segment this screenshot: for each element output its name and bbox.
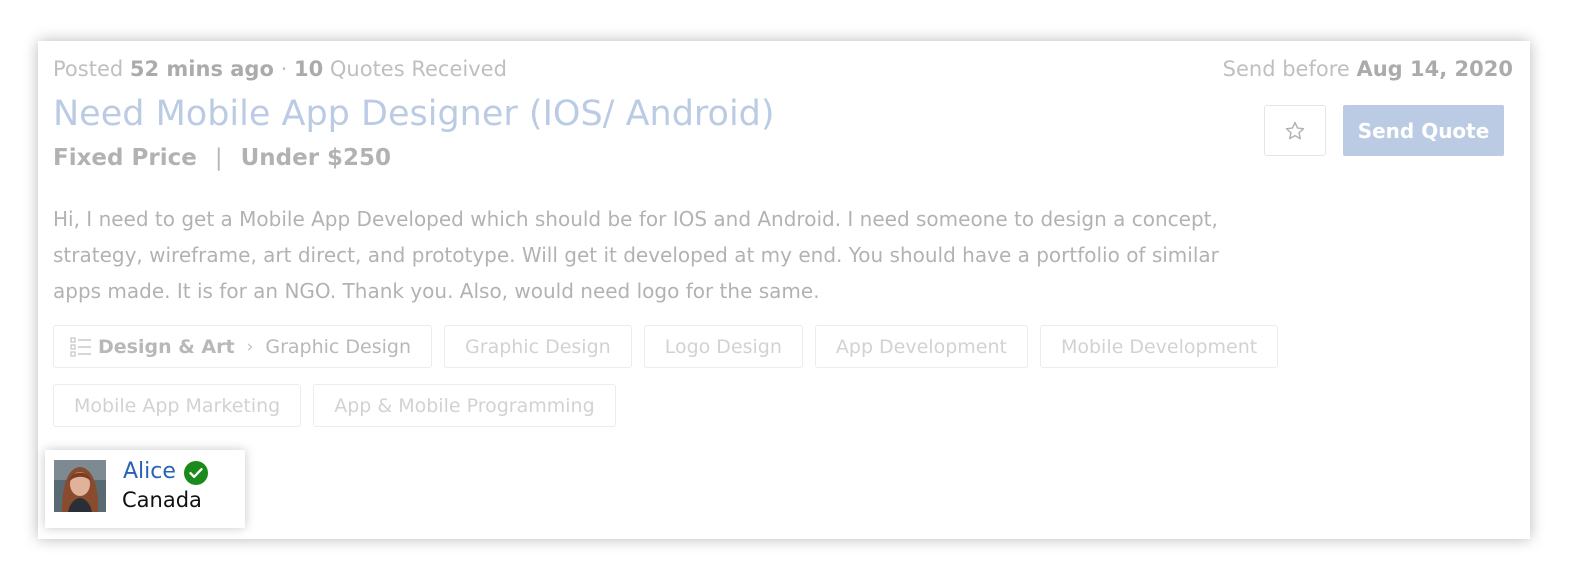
- job-description: Hi, I need to get a Mobile App Developed…: [53, 207, 1219, 303]
- favorite-button[interactable]: [1264, 105, 1326, 156]
- check-circle-icon: [184, 461, 208, 485]
- star-icon: [1285, 121, 1305, 139]
- quotes-count: 10: [293, 57, 324, 81]
- skill-tag[interactable]: Mobile Development: [1039, 325, 1279, 368]
- user-name[interactable]: Alice: [123, 459, 176, 484]
- job-price: Fixed Price | Under $250: [53, 145, 391, 171]
- user-country: Canada: [122, 488, 202, 512]
- avatar[interactable]: [54, 460, 106, 512]
- budget: Under $250: [240, 145, 392, 171]
- deadline: Send before Aug 14, 2020: [1223, 57, 1513, 81]
- job-card: Posted 52 mins ago · 10 Quotes Received …: [38, 41, 1530, 539]
- user-card[interactable]: Alice Canada: [45, 450, 245, 528]
- price-type: Fixed Price: [53, 145, 197, 171]
- send-quote-button[interactable]: Send Quote: [1343, 105, 1504, 156]
- skill-tag[interactable]: Mobile App Marketing: [53, 384, 302, 427]
- price-separator: |: [214, 145, 223, 171]
- avatar-image: [54, 460, 106, 512]
- skill-tag[interactable]: Logo Design: [643, 325, 803, 368]
- skill-tag[interactable]: Graphic Design: [444, 325, 632, 368]
- skill-tag[interactable]: App & Mobile Programming: [313, 384, 616, 427]
- deadline-date: Aug 14, 2020: [1356, 57, 1513, 81]
- category-tag[interactable]: Design & Art › Graphic Design: [53, 325, 433, 368]
- job-title[interactable]: Need Mobile App Designer (IOS/ Android): [53, 94, 775, 134]
- posted-ago: 52 mins ago: [129, 57, 274, 81]
- list-icon: [70, 336, 91, 357]
- tag-list: Design & Art › Graphic Design Graphic De…: [53, 325, 1283, 427]
- skill-tag[interactable]: App Development: [814, 325, 1028, 368]
- category-main: Design & Art: [98, 335, 235, 358]
- category-sub: Graphic Design: [265, 335, 412, 358]
- meta-dot: ·: [280, 57, 288, 81]
- job-meta: Posted 52 mins ago · 10 Quotes Received: [53, 57, 507, 81]
- chevron-right-icon: ›: [246, 336, 254, 357]
- posted-prefix: Posted: [53, 57, 124, 81]
- quotes-label: Quotes Received: [329, 57, 507, 81]
- deadline-prefix: Send before: [1222, 57, 1350, 81]
